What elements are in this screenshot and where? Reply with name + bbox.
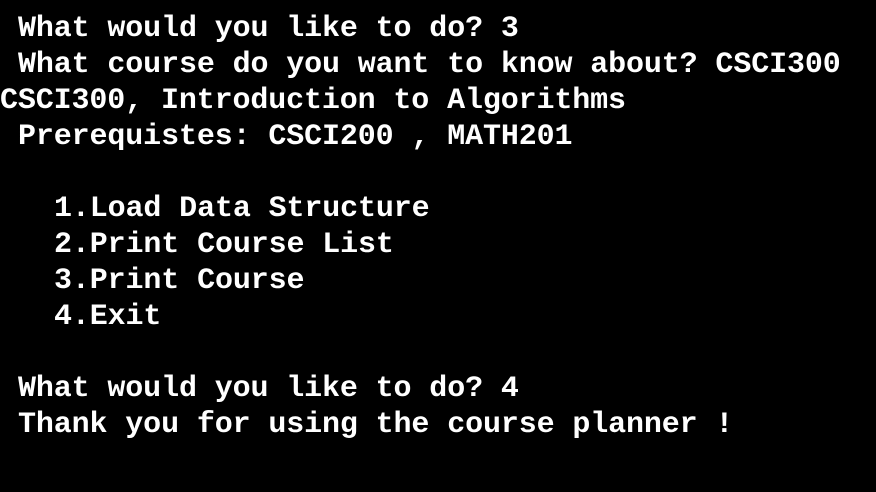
menu-item-load: 1.Load Data Structure	[54, 192, 430, 226]
course-title-output: CSCI300, Introduction to Algorithms	[0, 84, 626, 118]
menu-item-exit: 4.Exit	[54, 300, 162, 334]
goodbye-message: Thank you for using the course planner !	[18, 408, 734, 442]
terminal-window[interactable]: What would you like to do? 3 What course…	[0, 0, 876, 492]
prompt-line-choice-4: What would you like to do? 4	[18, 372, 519, 406]
menu-item-print-course: 3.Print Course	[54, 264, 305, 298]
prerequisites-output: Prerequistes: CSCI200 , MATH201	[18, 120, 573, 154]
menu-item-print-list: 2.Print Course List	[54, 228, 394, 262]
prompt-line-course-query: What course do you want to know about? C…	[18, 48, 841, 82]
prompt-line-choice-3: What would you like to do? 3	[18, 12, 519, 46]
